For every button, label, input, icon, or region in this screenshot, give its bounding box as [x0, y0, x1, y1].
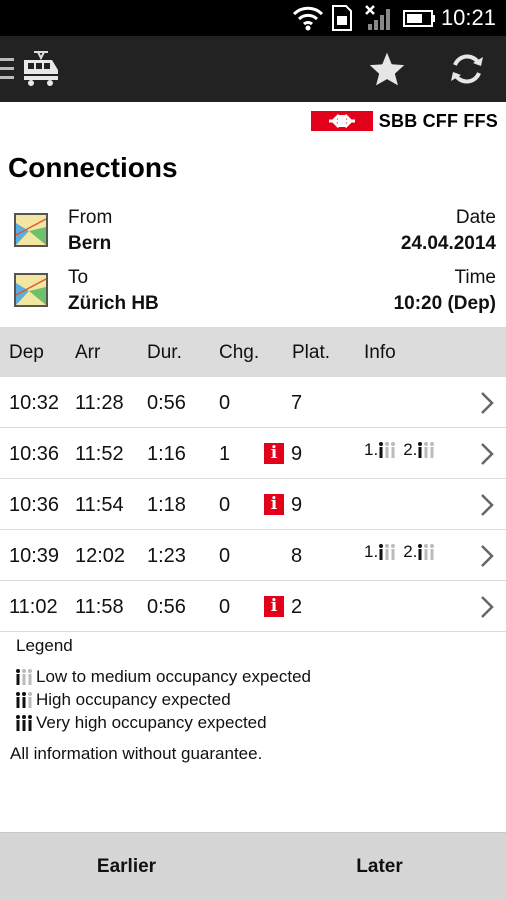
- connection-row[interactable]: 10:32 11:28 0:56 0 7: [0, 377, 506, 428]
- occupancy-low-icon: [418, 544, 435, 560]
- map-icon[interactable]: [14, 273, 48, 307]
- dep-time: 10:39: [9, 545, 60, 567]
- star-icon[interactable]: [368, 51, 406, 87]
- platform: 2: [291, 596, 303, 618]
- header-chg: Chg.: [219, 342, 260, 363]
- no-signal-icon: [365, 5, 390, 30]
- occupancy-high-icon: [16, 692, 32, 708]
- occupancy-info: 1. 2.: [364, 440, 438, 460]
- legend-item-very-high: Very high occupancy expected: [14, 713, 267, 733]
- dep-time: 10:36: [9, 494, 60, 516]
- info-icon[interactable]: i: [264, 494, 284, 515]
- header-dep: Dep: [9, 342, 44, 363]
- occupancy-very-high-icon: [16, 715, 32, 731]
- duration: 1:18: [147, 494, 186, 516]
- occupancy-low-icon: [379, 544, 396, 560]
- page-title: Connections: [8, 152, 178, 183]
- duration: 1:16: [147, 443, 186, 465]
- dep-time: 11:02: [9, 596, 58, 618]
- header-dur: Dur.: [147, 342, 182, 363]
- chevron-right-icon: [481, 392, 494, 414]
- to-value: Zürich HB: [68, 293, 159, 314]
- arr-time: 11:28: [75, 392, 124, 414]
- legend-item-low: Low to medium occupancy expected: [14, 667, 311, 687]
- info-icon[interactable]: i: [264, 443, 284, 464]
- legend-very-high-text: Very high occupancy expected: [36, 713, 267, 732]
- changes: 0: [219, 494, 231, 516]
- legend-high-text: High occupancy expected: [36, 690, 231, 709]
- platform: 7: [291, 392, 303, 414]
- from-label: From: [68, 207, 113, 228]
- date-label: Date: [455, 207, 496, 228]
- time-value: 10:20 (Dep): [393, 293, 496, 314]
- action-bar: [0, 36, 506, 102]
- bottom-bar: Earlier Later: [0, 832, 506, 900]
- connection-row[interactable]: 10:36 11:54 1:18 0 i 9: [0, 479, 506, 530]
- first-class-label: 1.: [364, 542, 379, 561]
- header-info: Info: [364, 342, 396, 363]
- sbb-logo: SBB CFF FFS: [310, 110, 498, 132]
- duration: 1:23: [147, 545, 186, 567]
- earlier-button[interactable]: Earlier: [0, 833, 253, 900]
- connection-row[interactable]: 10:39 12:02 1:23 0 8 1. 2.: [0, 530, 506, 581]
- arr-time: 12:02: [75, 545, 126, 567]
- connection-row[interactable]: 10:36 11:52 1:16 1 i 9 1. 2.: [0, 428, 506, 479]
- chevron-right-icon: [481, 596, 494, 618]
- menu-icon[interactable]: [0, 58, 14, 80]
- sim-card-icon: [332, 5, 352, 31]
- chevron-right-icon: [481, 494, 494, 516]
- legend-low-text: Low to medium occupancy expected: [36, 667, 311, 686]
- disclaimer: All information without guarantee.: [10, 744, 263, 763]
- train-icon[interactable]: [22, 50, 60, 88]
- header-plat: Plat.: [292, 342, 331, 363]
- arr-time: 11:54: [75, 494, 124, 516]
- changes: 0: [219, 392, 231, 414]
- info-icon[interactable]: i: [264, 596, 284, 617]
- arr-time: 11:58: [75, 596, 124, 618]
- route-to: To Zürich HB Time 10:20 (Dep): [0, 267, 506, 323]
- dep-time: 10:32: [9, 392, 60, 414]
- date-value: 24.04.2014: [400, 233, 496, 254]
- wifi-icon: [292, 6, 324, 31]
- chevron-right-icon: [481, 443, 494, 465]
- legend-title: Legend: [16, 636, 73, 655]
- time-label: Time: [454, 267, 496, 288]
- arr-time: 11:52: [75, 443, 124, 465]
- from-value: Bern: [68, 233, 112, 254]
- occupancy-low-icon: [16, 669, 32, 685]
- chevron-right-icon: [481, 545, 494, 567]
- first-class-label: 1.: [364, 440, 379, 459]
- logo-text: SBB CFF FFS: [378, 110, 498, 131]
- table-header: Dep Arr Dur. Chg. Plat. Info: [0, 327, 506, 377]
- second-class-label: 2.: [403, 542, 418, 561]
- status-time: 10:21: [440, 5, 496, 30]
- legend-item-high: High occupancy expected: [14, 690, 231, 710]
- map-icon[interactable]: [14, 213, 48, 247]
- changes: 1: [219, 443, 231, 465]
- dep-time: 10:36: [9, 443, 60, 465]
- duration: 0:56: [147, 596, 186, 618]
- changes: 0: [219, 596, 231, 618]
- refresh-icon[interactable]: [448, 50, 486, 88]
- platform: 8: [291, 545, 303, 567]
- sbb-flag-icon: [310, 111, 373, 131]
- to-label: To: [68, 267, 89, 288]
- changes: 0: [219, 545, 231, 567]
- later-button[interactable]: Later: [253, 833, 506, 900]
- platform: 9: [291, 443, 303, 465]
- platform: 9: [291, 494, 303, 516]
- occupancy-low-icon: [418, 442, 435, 458]
- second-class-label: 2.: [403, 440, 418, 459]
- connection-row[interactable]: 11:02 11:58 0:56 0 i 2: [0, 581, 506, 632]
- occupancy-info: 1. 2.: [364, 542, 438, 562]
- duration: 0:56: [147, 392, 186, 414]
- status-bar: 10:21: [0, 0, 506, 36]
- occupancy-low-icon: [379, 442, 396, 458]
- battery-icon: [403, 10, 435, 27]
- route-from: From Bern Date 24.04.2014: [0, 207, 506, 263]
- header-arr: Arr: [75, 342, 101, 363]
